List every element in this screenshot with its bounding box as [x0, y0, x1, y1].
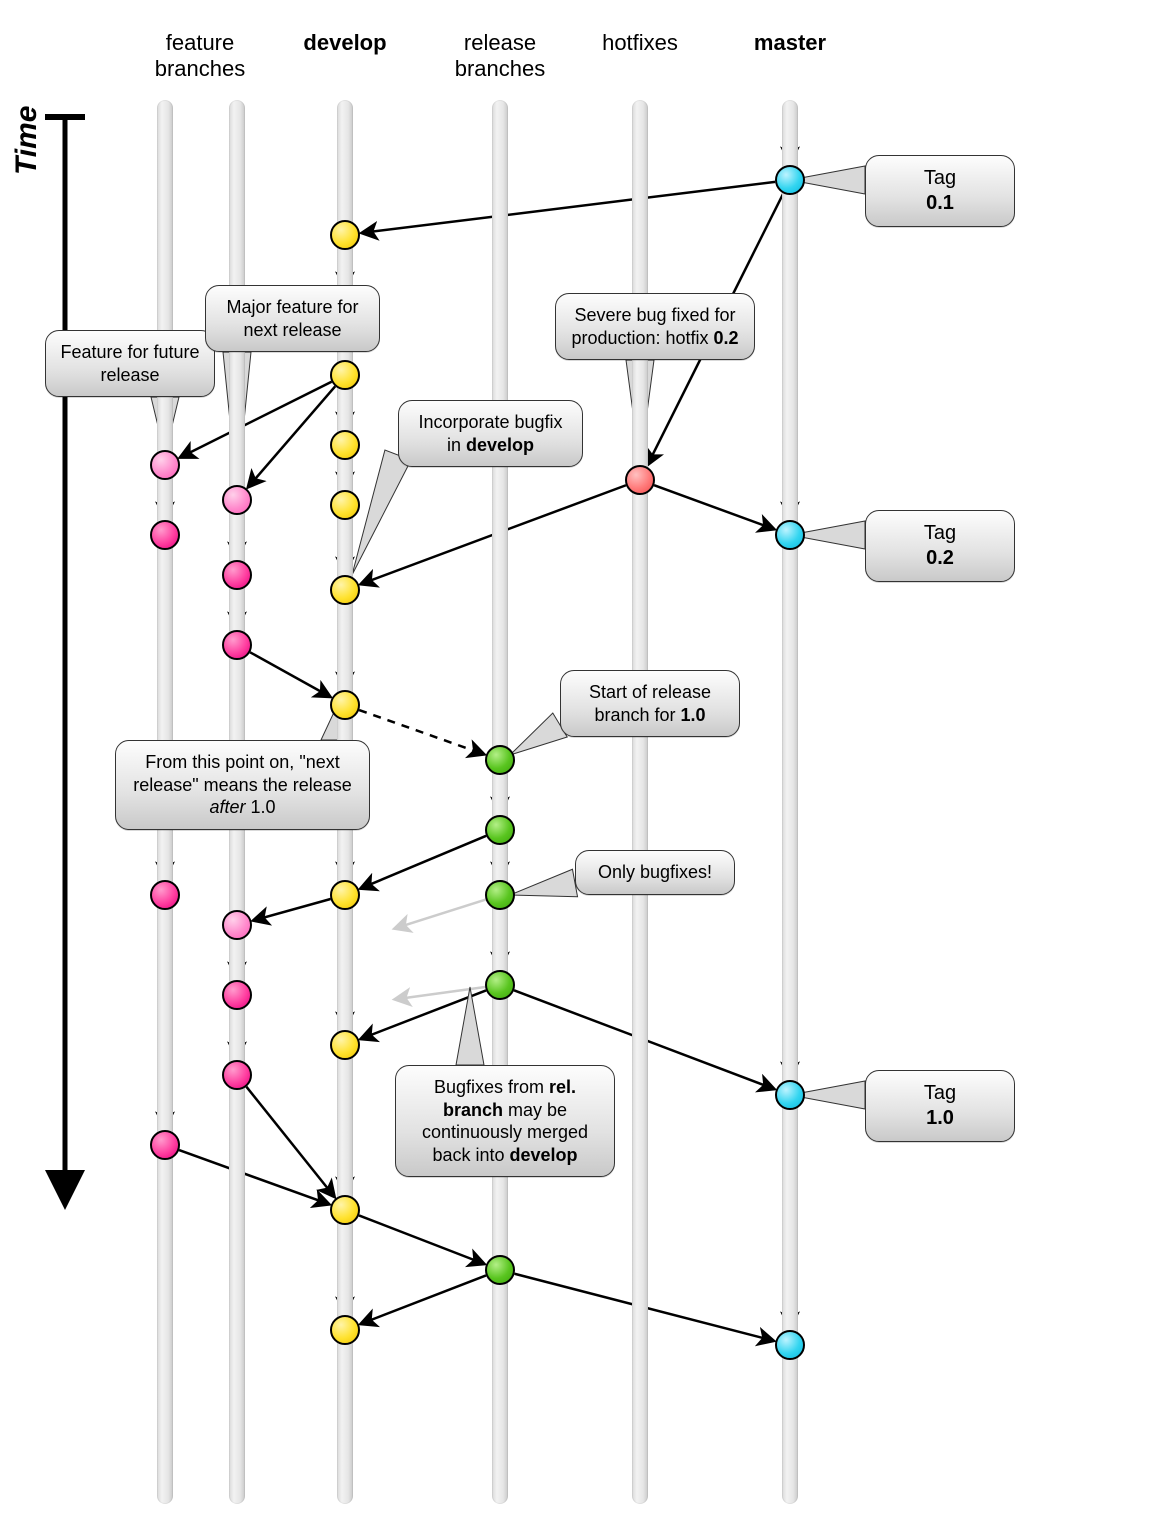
commit-m3	[775, 1330, 805, 1360]
commit-r0	[485, 745, 515, 775]
commit-fA2	[150, 880, 180, 910]
commit-fA3	[150, 1130, 180, 1160]
bubble-start_rel: Start of release branch for 1.0	[560, 670, 740, 737]
commit-fB2	[222, 630, 252, 660]
bubble-from_point: From this point on, "next release" means…	[115, 740, 370, 830]
bubble-tag01: Tag0.1	[865, 155, 1015, 227]
commit-d0	[330, 220, 360, 250]
bubble-bugfix_merge: Bugfixes from rel. branch may be continu…	[395, 1065, 615, 1177]
commit-d3	[330, 430, 360, 460]
commit-m1	[775, 520, 805, 550]
bubble-tag02: Tag0.2	[865, 510, 1015, 582]
edge	[359, 1215, 484, 1263]
commit-fB0	[222, 485, 252, 515]
commit-r4	[485, 1255, 515, 1285]
commit-r2	[485, 880, 515, 910]
commit-m2	[775, 1080, 805, 1110]
edge	[179, 1150, 329, 1204]
lane-release	[492, 100, 508, 1504]
edge	[361, 836, 486, 889]
bubble-tail	[510, 713, 567, 755]
edge	[361, 1275, 486, 1323]
bubble-tail	[510, 869, 578, 897]
commit-r3	[485, 970, 515, 1000]
bubble-incorp: Incorporate bugfix in develop	[398, 400, 583, 467]
edge	[654, 485, 774, 529]
commit-d2	[330, 360, 360, 390]
lane-label-hotfix: hotfixes	[560, 30, 720, 56]
bubble-tag10: Tag1.0	[865, 1070, 1015, 1142]
gitflow-diagram: Time featurebranchesdevelopreleasebranch…	[0, 0, 1150, 1524]
commit-d9	[330, 1195, 360, 1225]
edge	[395, 900, 486, 929]
commit-fA0	[150, 450, 180, 480]
commit-fB5	[222, 1060, 252, 1090]
commit-fB4	[222, 980, 252, 1010]
bubble-only_bugfix: Only bugfixes!	[575, 850, 735, 895]
commit-d6	[330, 690, 360, 720]
bubble-feat_future: Feature for future release	[45, 330, 215, 397]
edge	[362, 182, 775, 233]
commit-fA1	[150, 520, 180, 550]
lane-master	[782, 100, 798, 1504]
lane-label-develop: develop	[265, 30, 425, 56]
bubble-hotfix: Severe bug fixed for production: hotfix …	[555, 293, 755, 360]
commit-fB1	[222, 560, 252, 590]
bubble-tail	[456, 987, 484, 1065]
lane-label-feature2: featurebranches	[120, 30, 280, 83]
commit-d5	[330, 575, 360, 605]
commit-d7	[330, 880, 360, 910]
commit-d8	[330, 1030, 360, 1060]
edge	[250, 652, 330, 696]
commit-h0	[625, 465, 655, 495]
edge	[359, 710, 484, 754]
bubble-tail	[352, 450, 411, 575]
commit-r1	[485, 815, 515, 845]
lane-label-release: releasebranches	[420, 30, 580, 83]
edge	[253, 899, 330, 920]
bubble-feat_next: Major feature for next release	[205, 285, 380, 352]
commit-fB3	[222, 910, 252, 940]
commit-d10	[330, 1315, 360, 1345]
commit-d4	[330, 490, 360, 520]
lane-label-master: master	[710, 30, 870, 56]
commit-m0	[775, 165, 805, 195]
